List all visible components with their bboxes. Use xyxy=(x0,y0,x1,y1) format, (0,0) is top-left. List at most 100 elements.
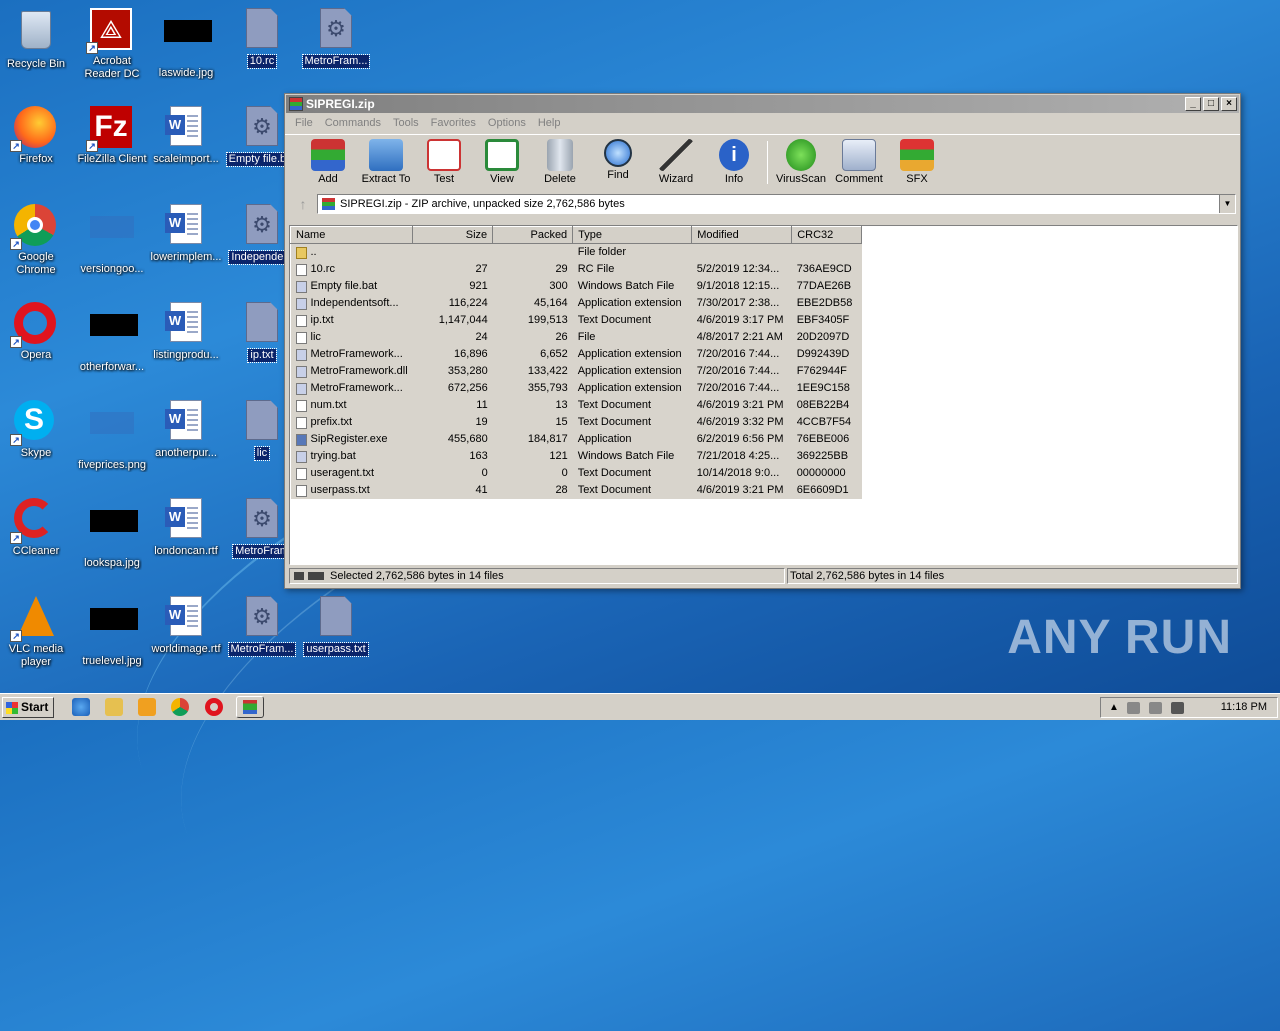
file-row[interactable]: MetroFramework... 672,256 355,793 Applicati… xyxy=(290,379,862,397)
desktop-icon-listingprodu[interactable]: W listingprodu... xyxy=(146,302,226,365)
file-row[interactable]: prefix.txt 19 15 Text Document 4/6/2019 3:32… xyxy=(290,413,862,431)
file-type-cell-text: Windows Batch File xyxy=(577,450,675,462)
column-name[interactable]: Name xyxy=(290,226,414,244)
close-button[interactable]: × xyxy=(1221,97,1237,111)
desktop-icon-lookspa[interactable]: lookspa.jpg xyxy=(72,498,152,573)
file-row[interactable]: SipRegister.exe 455,680 184,817 Application… xyxy=(290,430,862,448)
desktop-icon-laswide[interactable]: laswide.jpg xyxy=(146,8,226,83)
ie-icon[interactable] xyxy=(72,698,90,716)
column-modified[interactable]: Modified xyxy=(691,226,793,244)
find-button[interactable]: Find xyxy=(589,135,647,190)
file-row[interactable]: useragent.txt 0 0 Text Document 10/14/2018 9… xyxy=(290,464,862,482)
menu-tools[interactable]: Tools xyxy=(387,114,425,134)
explorer-icon[interactable] xyxy=(105,698,123,716)
file-row[interactable]: ip.txt 1,147,044 199,513 Text Document 4/6/2… xyxy=(290,311,862,329)
info-button[interactable]: i Info xyxy=(705,135,763,190)
column-crc32[interactable]: CRC32 xyxy=(791,226,863,244)
file-crc-cell-text: 20D2097D xyxy=(796,331,850,343)
file-crc-cell-text: 6E6609D1 xyxy=(796,484,849,496)
flag-icon[interactable] xyxy=(1171,702,1184,714)
file-list[interactable]: Name Size Packed Type Modified CRC32 .. F… xyxy=(289,225,1238,565)
winrar-taskbar-button[interactable] xyxy=(236,696,264,718)
up-arrow-icon[interactable]: ↑ xyxy=(289,194,317,214)
comment-button[interactable]: Comment xyxy=(830,135,888,190)
file-row[interactable]: trying.bat 163 121 Windows Batch File 7/21/2… xyxy=(290,447,862,465)
desktop-icon-lowerimplem[interactable]: W lowerimplem... xyxy=(146,204,226,267)
view-button[interactable]: View xyxy=(473,135,531,190)
desktop-icon-otherforwar[interactable]: otherforwar... xyxy=(72,302,152,377)
file-row[interactable]: .. File folder xyxy=(290,243,862,261)
volume-icon[interactable] xyxy=(1149,702,1162,714)
menu-commands[interactable]: Commands xyxy=(319,114,387,134)
gear-file-icon: ⚙ xyxy=(240,596,284,640)
file-row[interactable]: Independentsoft... 116,224 45,164 Applicati… xyxy=(290,294,862,312)
file-size-cell-text: 116,224 xyxy=(448,297,488,309)
desktop-icon-chrome[interactable]: ↗ Google Chrome xyxy=(0,204,76,280)
test-button[interactable]: Test xyxy=(415,135,473,190)
desktop-icon-filezilla[interactable]: Fz ↗ FileZilla Client xyxy=(72,106,152,169)
desktop-icon-anotherpur[interactable]: W anotherpur... xyxy=(146,400,226,463)
desktop-icon-userpass[interactable]: userpass.txt xyxy=(296,596,376,659)
desktop-icon-opera[interactable]: ↗ Opera xyxy=(0,302,76,365)
start-button[interactable]: Start xyxy=(2,697,54,718)
desktop-icon-metrofram-3[interactable]: ⚙ MetroFram... xyxy=(222,596,302,659)
winrar-window[interactable]: SIPREGI.zip _ □ × File Commands Tools Fa… xyxy=(284,93,1241,589)
file-row[interactable]: Empty file.bat 921 300 Windows Batch File 9/… xyxy=(290,277,862,295)
title-bar[interactable]: SIPREGI.zip _ □ × xyxy=(286,95,1239,113)
word-doc-icon: W xyxy=(164,596,208,640)
extract-to-button[interactable]: Extract To xyxy=(357,135,415,190)
chevron-down-icon[interactable]: ▼ xyxy=(1219,195,1235,213)
clock[interactable]: 11:18 PM xyxy=(1221,701,1267,713)
desktop-icon-metrofram-1[interactable]: ⚙ MetroFram... xyxy=(296,8,376,71)
file-packed-cell-text: 6,652 xyxy=(540,348,568,360)
column-type[interactable]: Type xyxy=(572,226,693,244)
desktop-icon-ccleaner[interactable]: ↗ CCleaner xyxy=(0,498,76,561)
desktop-icon-truelevel[interactable]: truelevel.jpg xyxy=(72,596,152,671)
file-row[interactable]: 10.rc 27 29 RC File 5/2/2019 12:34... 736AE9C… xyxy=(290,260,862,278)
desktop-icon-londoncan[interactable]: W londoncan.rtf xyxy=(146,498,226,561)
chevron-up-icon[interactable]: ▲ xyxy=(1109,702,1122,714)
opera-taskbar-icon[interactable] xyxy=(205,698,223,716)
menu-favorites[interactable]: Favorites xyxy=(425,114,482,134)
file-row[interactable]: lic 24 26 File 4/8/2017 2:21 AM 20D2097D xyxy=(290,328,862,346)
address-bar[interactable]: SIPREGI.zip - ZIP archive, unpacked size… xyxy=(317,194,1236,214)
desktop-icon-versiongoo[interactable]: versiongoo... xyxy=(72,204,152,279)
file-row[interactable]: MetroFramework... 16,896 6,652 Application … xyxy=(290,345,862,363)
desktop-icon-acrobat[interactable]: ⟁ ↗ Acrobat Reader DC xyxy=(72,8,152,84)
maximize-button[interactable]: □ xyxy=(1203,97,1219,111)
file-packed-cell-text: 199,513 xyxy=(527,314,568,326)
file-name-cell-text: Independentsoft... xyxy=(310,297,399,309)
desktop-icon-recycle-bin[interactable]: Recycle Bin xyxy=(0,8,76,74)
column-size[interactable]: Size xyxy=(412,226,494,244)
desktop-icon-10rc[interactable]: 10.rc xyxy=(222,8,302,71)
desktop-icon-skype[interactable]: S ↗ Skype xyxy=(0,400,76,463)
chrome-taskbar-icon[interactable] xyxy=(171,698,189,716)
menu-help[interactable]: Help xyxy=(532,114,567,134)
network-icon[interactable] xyxy=(1127,702,1140,714)
menu-file[interactable]: File xyxy=(289,114,319,134)
sfx-button[interactable]: SFX xyxy=(888,135,946,190)
desktop-icon-firefox[interactable]: ↗ Firefox xyxy=(0,106,76,169)
virusscan-button[interactable]: VirusScan xyxy=(772,135,830,190)
delete-button[interactable]: Delete xyxy=(531,135,589,190)
filezilla-icon: Fz ↗ xyxy=(86,106,134,152)
add-button[interactable]: Add xyxy=(299,135,357,190)
file-modified-cell: 7/30/2017 2:38... xyxy=(691,294,792,312)
menu-options[interactable]: Options xyxy=(482,114,532,134)
minimize-button[interactable]: _ xyxy=(1185,97,1201,111)
file-type-cell: File xyxy=(572,328,692,346)
watermark: ANY RUN xyxy=(1007,611,1232,664)
file-row[interactable]: num.txt 11 13 Text Document 4/6/2019 3:21 PM… xyxy=(290,396,862,414)
file-name-cell-text: MetroFramework.dll xyxy=(310,365,408,377)
desktop-icon-scaleimport[interactable]: W scaleimport... xyxy=(146,106,226,169)
wizard-button[interactable]: Wizard xyxy=(647,135,705,190)
file-row[interactable]: userpass.txt 41 28 Text Document 4/6/2019 3:… xyxy=(290,481,862,499)
desktop-icon-vlc[interactable]: ↗ VLC media player xyxy=(0,596,76,672)
file-type-cell: Application xyxy=(572,430,692,448)
desktop-icon-fiveprices[interactable]: fiveprices.png xyxy=(72,400,152,475)
column-packed[interactable]: Packed xyxy=(492,226,574,244)
file-crc-cell-text: D992439D xyxy=(796,348,850,360)
file-row[interactable]: MetroFramework.dll 353,280 133,422 Applicat… xyxy=(290,362,862,380)
media-player-icon[interactable] xyxy=(138,698,156,716)
desktop-icon-worldimage[interactable]: W worldimage.rtf xyxy=(146,596,226,659)
